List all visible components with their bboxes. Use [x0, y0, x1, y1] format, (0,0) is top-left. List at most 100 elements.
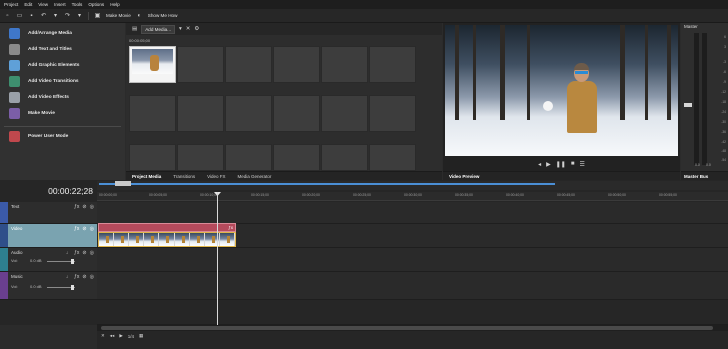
- menu-insert[interactable]: Insert: [54, 2, 66, 7]
- tab-transitions[interactable]: Transitions: [167, 174, 201, 179]
- folder-icon[interactable]: ▤: [132, 26, 137, 32]
- media-slot[interactable]: [369, 144, 416, 171]
- fx-icon[interactable]: ƒx: [228, 225, 233, 230]
- new-project-icon[interactable]: ▫: [4, 12, 11, 19]
- add-media-icon: [9, 27, 20, 39]
- dashboard-item-add-effects[interactable]: Add Video Effects: [0, 90, 125, 104]
- media-slot[interactable]: [225, 46, 272, 83]
- media-slot[interactable]: [177, 46, 224, 83]
- menu-help[interactable]: Help: [110, 2, 119, 7]
- dashboard-item-add-media[interactable]: Add/Arrange Media: [0, 26, 125, 40]
- master-label: Master: [684, 24, 698, 29]
- fx-icon[interactable]: ƒx: [74, 274, 79, 280]
- previous-frame-icon[interactable]: ◂: [538, 161, 541, 168]
- media-thumbnail[interactable]: [129, 46, 176, 83]
- overview-marker[interactable]: [115, 181, 131, 186]
- open-folder-icon[interactable]: ▭: [16, 12, 23, 19]
- tab-master-bus[interactable]: Master Bus: [681, 171, 728, 180]
- redo-icon[interactable]: ↷: [64, 12, 71, 19]
- fx-icon[interactable]: ƒx: [74, 250, 79, 256]
- make-movie-icon[interactable]: ▣: [94, 12, 101, 19]
- dashboard-item-make-movie[interactable]: Make Movie: [0, 106, 125, 120]
- volume-knob[interactable]: [71, 285, 74, 290]
- show-me-how-button[interactable]: Show Me How: [148, 13, 178, 18]
- save-icon[interactable]: ▪: [28, 12, 35, 19]
- stop-icon[interactable]: ■: [571, 161, 575, 167]
- chevron-down-icon[interactable]: ▾: [179, 26, 182, 32]
- microphone-icon[interactable]: ♩: [66, 250, 71, 256]
- microphone-icon[interactable]: ♩: [66, 274, 71, 280]
- rate-label[interactable]: 1/4: [128, 334, 134, 339]
- media-slot[interactable]: [321, 95, 368, 132]
- solo-icon[interactable]: ◎: [90, 250, 94, 256]
- media-slot[interactable]: [177, 95, 224, 132]
- media-slot[interactable]: [321, 46, 368, 83]
- dashboard-item-add-graphics[interactable]: Add Graphic Elements: [0, 58, 125, 72]
- fx-icon[interactable]: ƒx: [74, 226, 79, 232]
- meter-tick: -30: [721, 120, 726, 124]
- timeline-ruler[interactable]: 00:00:00;00 00:00:05;00 00:00:10;00 00:0…: [97, 192, 728, 201]
- tab-video-preview[interactable]: Video Preview: [443, 171, 680, 180]
- add-media-button[interactable]: Add Media...: [141, 24, 175, 34]
- media-slot[interactable]: [225, 144, 272, 171]
- media-slot[interactable]: [273, 95, 320, 132]
- play-icon[interactable]: ▶: [546, 161, 551, 168]
- tab-project-media[interactable]: Project Media: [126, 174, 167, 179]
- close-icon[interactable]: ✕: [101, 333, 105, 339]
- snapshot-icon[interactable]: ▦: [139, 333, 143, 339]
- media-slot[interactable]: [177, 144, 224, 171]
- track-lane-text[interactable]: [97, 202, 728, 224]
- dashboard-item-add-transitions[interactable]: Add Video Transitions: [0, 74, 125, 88]
- media-slot[interactable]: [273, 46, 320, 83]
- make-movie-button[interactable]: Make Movie: [106, 13, 131, 18]
- mute-icon[interactable]: ⊘: [82, 226, 86, 232]
- solo-icon[interactable]: ◎: [90, 226, 94, 232]
- pause-icon[interactable]: ❚❚: [556, 161, 566, 168]
- track-lane-music[interactable]: [97, 272, 728, 300]
- mute-icon[interactable]: ⊘: [82, 204, 86, 210]
- menu-icon[interactable]: ☰: [579, 161, 584, 168]
- close-icon[interactable]: ✕: [186, 26, 191, 32]
- menu-tools[interactable]: Tools: [72, 2, 83, 7]
- menu-view[interactable]: View: [38, 2, 48, 7]
- dropdown-arrow-icon[interactable]: ▾: [76, 12, 83, 19]
- video-clip-header[interactable]: ƒx: [98, 223, 236, 232]
- dashboard-item-add-text[interactable]: Add Text and Titles: [0, 42, 125, 56]
- menu-project[interactable]: Project: [4, 2, 18, 7]
- track-lane-audio[interactable]: [97, 248, 728, 272]
- playhead[interactable]: [217, 192, 218, 325]
- mute-icon[interactable]: ⊘: [82, 274, 86, 280]
- gear-icon[interactable]: ⚙: [194, 26, 199, 32]
- media-slot[interactable]: [225, 95, 272, 132]
- track-header-video[interactable]: Video ƒx ⊘ ◎: [0, 224, 97, 248]
- rewind-icon[interactable]: ◂◂: [110, 333, 115, 339]
- media-slot[interactable]: [129, 144, 176, 171]
- mute-icon[interactable]: ⊘: [82, 250, 86, 256]
- volume-knob[interactable]: [71, 259, 74, 264]
- play-icon[interactable]: ▶: [119, 333, 122, 339]
- menu-edit[interactable]: Edit: [24, 2, 32, 7]
- video-clip[interactable]: [98, 232, 236, 247]
- tab-video-fx[interactable]: Video FX: [201, 174, 231, 179]
- undo-icon[interactable]: ↶: [40, 12, 47, 19]
- track-header-audio[interactable]: Audio ♩ ƒx ⊘ ◎ Vol: 0.0 dB: [0, 248, 97, 272]
- solo-icon[interactable]: ◎: [90, 204, 94, 210]
- tab-media-generator[interactable]: Media Generator: [232, 174, 278, 179]
- dashboard-item-label: Add Text and Titles: [28, 46, 72, 52]
- fx-icon[interactable]: ƒx: [74, 204, 79, 210]
- dropdown-arrow-icon[interactable]: ▾: [52, 12, 59, 19]
- scrollbar-thumb[interactable]: [101, 326, 713, 330]
- track-header-text[interactable]: Text ƒx ⊘ ◎: [0, 202, 97, 224]
- solo-icon[interactable]: ◎: [90, 274, 94, 280]
- media-slot[interactable]: [369, 46, 416, 83]
- media-slot[interactable]: [321, 144, 368, 171]
- dashboard-item-power-user[interactable]: Power User Mode: [0, 129, 125, 143]
- show-me-how-icon[interactable]: ◐: [136, 12, 143, 19]
- media-slot[interactable]: [129, 95, 176, 132]
- track-header-music[interactable]: Music ♩ ƒx ⊘ ◎ Vol: 0.0 dB: [0, 272, 97, 300]
- media-slot[interactable]: [273, 144, 320, 171]
- master-fader[interactable]: [684, 103, 692, 107]
- timeline-overview[interactable]: [97, 181, 728, 190]
- media-slot[interactable]: [369, 95, 416, 132]
- menu-options[interactable]: Options: [88, 2, 104, 7]
